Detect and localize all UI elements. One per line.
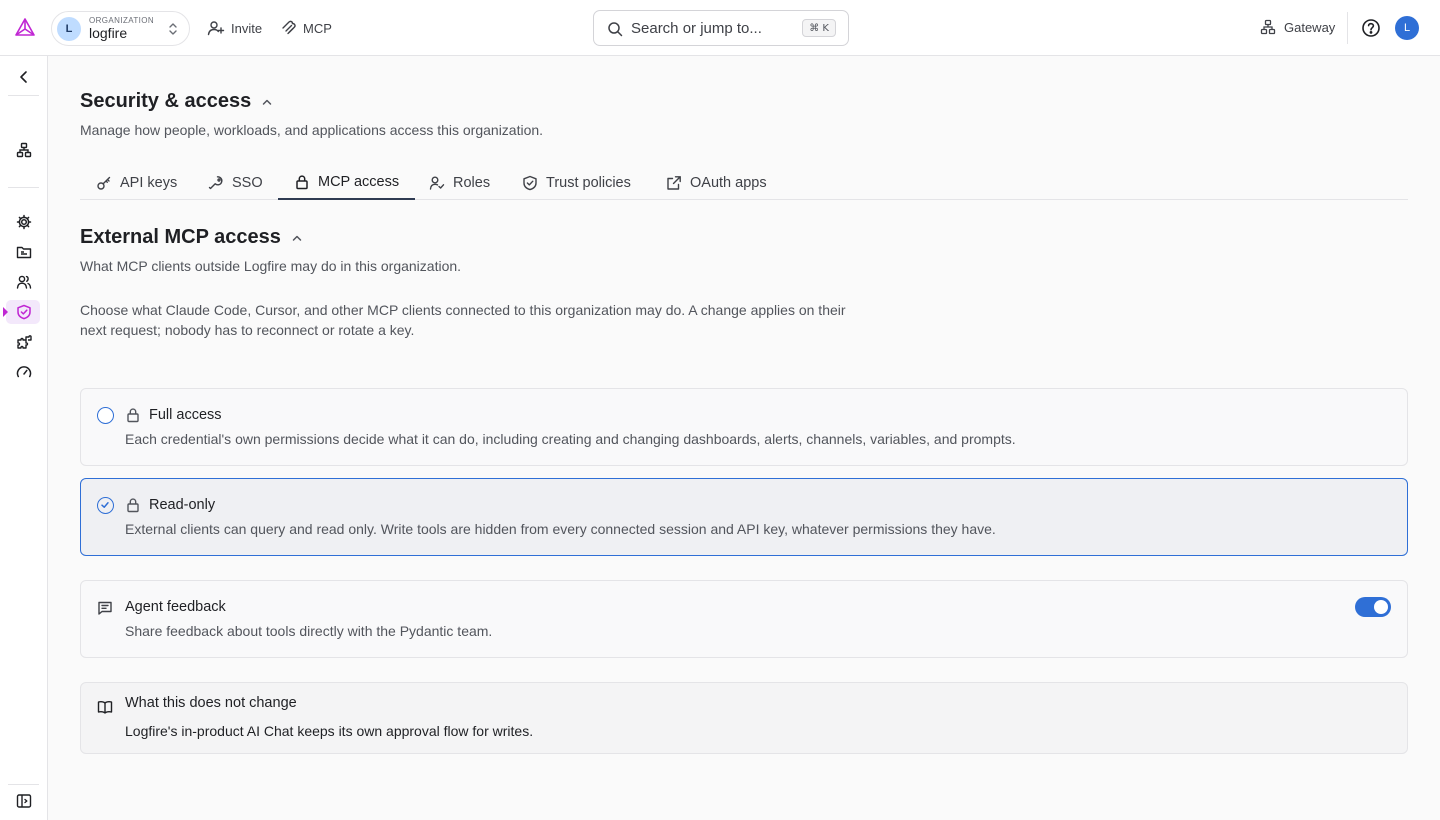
sidebar-active-marker <box>3 307 8 317</box>
organization-switcher[interactable]: L ORGANIZATION logfire <box>51 11 190 46</box>
shield-check-icon[interactable] <box>16 304 32 320</box>
tab-sso[interactable]: SSO <box>192 166 279 200</box>
logfire-logo-icon[interactable] <box>14 17 36 39</box>
tab-label: API keys <box>120 175 178 191</box>
tab-label: OAuth apps <box>690 175 767 191</box>
chevron-up-icon[interactable] <box>291 232 303 244</box>
section-title: External MCP access <box>80 226 281 248</box>
sidebar <box>0 56 48 820</box>
tab-label: SSO <box>232 175 263 191</box>
help-icon[interactable] <box>1361 18 1381 38</box>
tab-trust-policies[interactable]: Trust policies <box>506 166 647 200</box>
org-avatar: L <box>57 17 81 41</box>
search-placeholder: Search or jump to... <box>631 20 762 37</box>
feedback-description: Share feedback about tools directly with… <box>125 623 493 639</box>
user-check-icon <box>429 175 453 191</box>
sidebar-divider <box>8 95 39 96</box>
search-shortcut-badge: ⌘ K <box>802 19 836 37</box>
section-description: Choose what Claude Code, Cursor, and oth… <box>80 302 846 338</box>
agent-feedback-toggle[interactable] <box>1355 597 1391 617</box>
chevron-up-icon[interactable] <box>261 96 273 108</box>
top-bar: L ORGANIZATION logfire Invite MCP Search… <box>0 0 1440 56</box>
tab-oauth-apps[interactable]: OAuth apps <box>650 166 783 200</box>
tab-api-keys[interactable]: API keys <box>80 166 193 200</box>
search-input[interactable]: Search or jump to... ⌘ K <box>593 10 849 46</box>
tab-label: MCP access <box>318 174 400 190</box>
invite-label: Invite <box>231 20 263 36</box>
tab-label: Trust policies <box>546 175 631 191</box>
puzzle-icon[interactable] <box>16 334 32 350</box>
org-caption: ORGANIZATION <box>89 16 155 25</box>
chevron-up-down-icon <box>167 22 179 36</box>
full-access-radio[interactable] <box>97 407 114 424</box>
topbar-divider <box>1347 12 1348 44</box>
mcp-label: MCP <box>303 20 332 36</box>
wrench-key-icon <box>208 175 232 191</box>
folder-icon[interactable] <box>16 244 32 260</box>
chevron-left-icon[interactable] <box>16 69 32 85</box>
lock-icon <box>125 497 141 513</box>
page-subtitle: Manage how people, workloads, and applic… <box>80 122 544 138</box>
mcp-icon <box>281 20 303 36</box>
read-only-radio[interactable] <box>97 497 114 514</box>
feedback-title: Agent feedback <box>125 599 226 615</box>
tab-mcp-access[interactable]: MCP access <box>278 166 416 200</box>
page-title: Security & access <box>80 90 252 112</box>
option-title: Full access <box>149 407 222 423</box>
user-plus-icon <box>207 20 231 36</box>
key-icon <box>96 175 120 191</box>
lock-icon <box>294 174 318 190</box>
sidebar-panel-icon[interactable] <box>16 793 32 809</box>
invite-button[interactable]: Invite <box>207 19 262 37</box>
gateway-button[interactable]: Gateway <box>1260 19 1335 35</box>
agent-feedback-card: Agent feedback Share feedback about tool… <box>80 580 1408 658</box>
gateway-label: Gateway <box>1284 19 1336 35</box>
book-open-icon <box>97 699 113 715</box>
note-title: What this does not change <box>125 695 297 711</box>
option-description: Each credential's own permissions decide… <box>125 431 1016 447</box>
search-icon <box>607 21 623 37</box>
mcp-button[interactable]: MCP <box>281 19 332 37</box>
option-read-only[interactable]: Read-only External clients can query and… <box>80 478 1408 556</box>
section-header: External MCP access <box>80 226 303 249</box>
toggle-knob <box>1374 600 1388 614</box>
sidebar-divider <box>8 784 39 785</box>
sitemap-icon[interactable] <box>16 142 32 158</box>
external-link-icon <box>666 175 690 191</box>
tab-label: Roles <box>453 175 491 191</box>
option-full-access[interactable]: Full access Each credential's own permis… <box>80 388 1408 466</box>
option-title: Read-only <box>149 497 216 513</box>
tab-roles[interactable]: Roles <box>413 166 506 200</box>
shield-icon <box>522 175 546 191</box>
option-description: External clients can query and read only… <box>125 521 996 537</box>
tab-bar: API keys SSO MCP access Roles Trust poli… <box>80 166 1408 200</box>
sitemap-icon <box>1260 19 1284 35</box>
section-subtitle: What MCP clients outside Logfire may do … <box>80 258 462 274</box>
lock-icon <box>125 407 141 423</box>
page-header: Security & access <box>80 90 273 113</box>
user-avatar[interactable]: L <box>1395 16 1419 40</box>
info-note: What this does not change Logfire's in-p… <box>80 682 1408 754</box>
gauge-icon[interactable] <box>16 364 32 380</box>
org-name: logfire <box>89 25 128 41</box>
sidebar-divider <box>8 187 39 188</box>
note-description: Logfire's in-product AI Chat keeps its o… <box>125 723 534 739</box>
gear-icon[interactable] <box>16 214 32 230</box>
users-icon[interactable] <box>16 274 32 290</box>
message-square-icon <box>97 600 113 616</box>
main-content: Security & access Manage how people, wor… <box>48 56 1440 820</box>
